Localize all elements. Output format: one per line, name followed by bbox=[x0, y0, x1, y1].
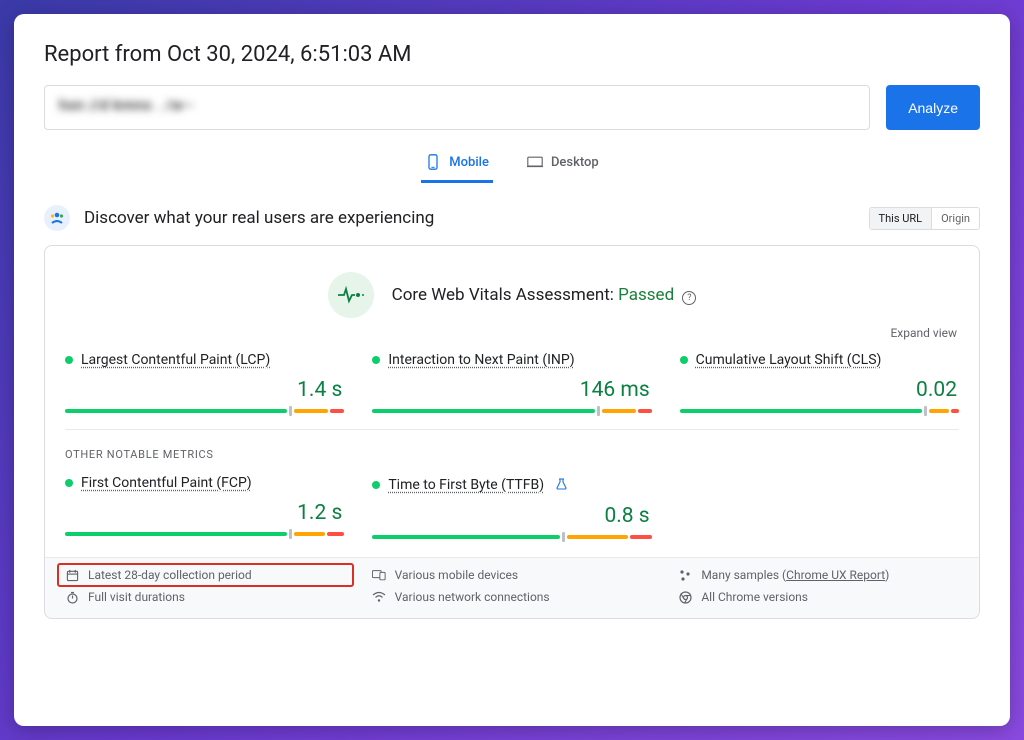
discover-title: Discover what your real users are experi… bbox=[84, 208, 434, 228]
tab-mobile[interactable]: Mobile bbox=[421, 148, 493, 183]
metric-name[interactable]: First Contentful Paint (FCP) bbox=[81, 475, 252, 491]
metric-name[interactable]: Cumulative Layout Shift (CLS) bbox=[696, 352, 882, 368]
tab-desktop-label: Desktop bbox=[551, 155, 599, 170]
footer-collection-period: Latest 28-day collection period bbox=[57, 563, 354, 587]
calendar-icon bbox=[65, 568, 79, 582]
url-blurred-text: hxn //d kmns . /w-- bbox=[59, 96, 194, 114]
users-icon bbox=[44, 205, 70, 231]
status-dot bbox=[65, 356, 73, 364]
assessment-status: Passed bbox=[618, 285, 674, 305]
desktop-icon bbox=[527, 154, 543, 170]
metric-name[interactable]: Time to First Byte (TTFB) bbox=[388, 477, 544, 493]
stopwatch-icon bbox=[65, 590, 79, 604]
assessment-row: Core Web Vitals Assessment: Passed ? bbox=[65, 272, 959, 318]
status-dot bbox=[680, 356, 688, 364]
secondary-metrics: First Contentful Paint (FCP) 1.2 s Time to… bbox=[65, 475, 959, 557]
wifi-icon bbox=[372, 590, 386, 604]
metric-bar bbox=[680, 408, 959, 413]
footer-collection-text: Latest 28-day collection period bbox=[88, 568, 252, 582]
metric-name[interactable]: Interaction to Next Paint (INP) bbox=[388, 352, 574, 368]
other-metrics-title: OTHER NOTABLE METRICS bbox=[65, 448, 959, 461]
devices-icon bbox=[372, 568, 386, 582]
metric-value: 1.4 s bbox=[65, 378, 344, 402]
metric-value: 146 ms bbox=[372, 378, 651, 402]
toggle-origin[interactable]: Origin bbox=[931, 208, 979, 229]
analyze-button[interactable]: Analyze bbox=[886, 85, 980, 130]
metric-header: Time to First Byte (TTFB) bbox=[372, 475, 651, 494]
footer-durations: Full visit durations bbox=[65, 590, 346, 604]
vitals-card: Core Web Vitals Assessment: Passed ? Exp… bbox=[44, 245, 980, 619]
status-dot bbox=[372, 481, 380, 489]
tab-desktop[interactable]: Desktop bbox=[523, 148, 603, 183]
flask-icon bbox=[556, 475, 567, 494]
metric-value: 1.2 s bbox=[65, 501, 344, 525]
expand-view-link[interactable]: Expand view bbox=[65, 326, 959, 340]
footer-samples: Many samples (Chrome UX Report) bbox=[678, 568, 959, 582]
metric-bar bbox=[372, 534, 651, 539]
tab-mobile-label: Mobile bbox=[449, 155, 489, 170]
help-icon[interactable]: ? bbox=[682, 291, 696, 305]
device-tabs: Mobile Desktop bbox=[44, 148, 980, 183]
metric: First Contentful Paint (FCP) 1.2 s bbox=[65, 475, 344, 539]
report-card: Report from Oct 30, 2024, 6:51:03 AM hxn… bbox=[14, 14, 1010, 726]
footer-strip: Latest 28-day collection period Various … bbox=[45, 557, 979, 618]
metric-header: Cumulative Layout Shift (CLS) bbox=[680, 352, 959, 368]
scope-toggle: This URL Origin bbox=[869, 207, 980, 230]
report-title: Report from Oct 30, 2024, 6:51:03 AM bbox=[44, 42, 980, 67]
primary-metrics: Largest Contentful Paint (LCP) 1.4 s Inter… bbox=[65, 352, 959, 430]
chrome-ux-report-link[interactable]: Chrome UX Report bbox=[786, 568, 885, 582]
status-dot bbox=[372, 356, 380, 364]
samples-icon bbox=[678, 568, 692, 582]
metric: Cumulative Layout Shift (CLS) 0.02 bbox=[680, 352, 959, 413]
chrome-icon bbox=[678, 590, 692, 604]
metric-header: Largest Contentful Paint (LCP) bbox=[65, 352, 344, 368]
assessment-label: Core Web Vitals Assessment: bbox=[392, 285, 614, 305]
metric-value: 0.8 s bbox=[372, 504, 651, 528]
footer-network-text: Various network connections bbox=[395, 590, 550, 604]
footer-chrome: All Chrome versions bbox=[678, 590, 959, 604]
metric: Interaction to Next Paint (INP) 146 ms bbox=[372, 352, 651, 413]
discover-row: Discover what your real users are experi… bbox=[44, 205, 980, 231]
metric: Largest Contentful Paint (LCP) 1.4 s bbox=[65, 352, 344, 413]
metric-header: Interaction to Next Paint (INP) bbox=[372, 352, 651, 368]
url-input[interactable]: hxn //d kmns . /w-- bbox=[44, 85, 870, 130]
mobile-icon bbox=[425, 154, 441, 170]
pulse-icon bbox=[328, 272, 374, 318]
metric: Time to First Byte (TTFB) 0.8 s bbox=[372, 475, 651, 539]
metric-header: First Contentful Paint (FCP) bbox=[65, 475, 344, 491]
metric-value: 0.02 bbox=[680, 378, 959, 402]
toggle-this-url[interactable]: This URL bbox=[870, 208, 932, 229]
footer-network: Various network connections bbox=[372, 590, 653, 604]
footer-devices-text: Various mobile devices bbox=[395, 568, 518, 582]
metric-name[interactable]: Largest Contentful Paint (LCP) bbox=[81, 352, 270, 368]
footer-devices: Various mobile devices bbox=[372, 568, 653, 582]
status-dot bbox=[65, 479, 73, 487]
assessment-text: Core Web Vitals Assessment: Passed ? bbox=[392, 285, 697, 305]
footer-samples-text: Many samples (Chrome UX Report) bbox=[701, 568, 889, 582]
metric-bar bbox=[65, 408, 344, 413]
footer-chrome-text: All Chrome versions bbox=[701, 590, 808, 604]
metric-bar bbox=[65, 531, 344, 536]
url-row: hxn //d kmns . /w-- Analyze bbox=[44, 85, 980, 130]
footer-durations-text: Full visit durations bbox=[88, 590, 185, 604]
metric-bar bbox=[372, 408, 651, 413]
